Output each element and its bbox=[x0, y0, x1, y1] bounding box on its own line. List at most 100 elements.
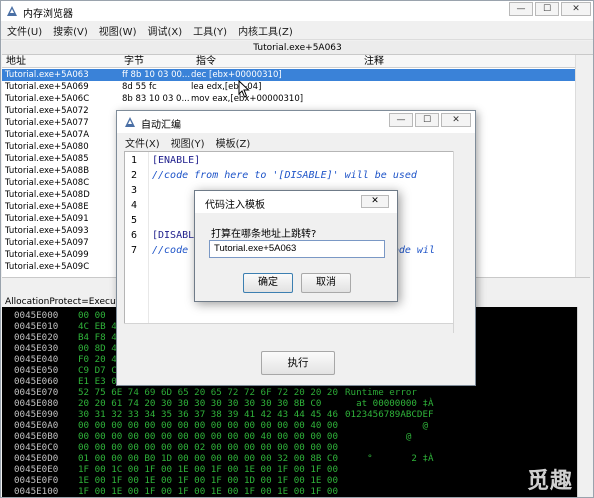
window-controls: — ☐ ✕ bbox=[509, 2, 591, 18]
menu-tools[interactable]: 工具(Y) bbox=[193, 23, 227, 38]
hex-address: 0045E050 bbox=[14, 365, 59, 376]
maximize-button[interactable]: ☐ bbox=[535, 2, 559, 16]
hex-bytes: 1F 00 1C 00 1F 00 1E 00 1F 00 1E 00 1F 0… bbox=[78, 464, 338, 475]
hex-bytes: 20 20 61 74 20 30 30 30 30 30 30 30 30 8… bbox=[78, 398, 322, 409]
row-address: Tutorial.exe+5A080 bbox=[5, 142, 89, 152]
row-address: Tutorial.exe+5A08E bbox=[5, 202, 89, 212]
cancel-button[interactable]: 取消 bbox=[301, 273, 351, 293]
hex-ascii: @ bbox=[345, 431, 412, 442]
hex-address: 0045E030 bbox=[14, 343, 59, 354]
disassembler-header: 地址 字节 指令 注释 bbox=[2, 55, 576, 68]
row-bytes: 8b 83 10 03 0... bbox=[122, 94, 190, 104]
disassembly-row[interactable]: Tutorial.exe+5A06C 8b 83 10 03 0... mov ea… bbox=[2, 93, 576, 105]
editor-vertical-scrollbar[interactable] bbox=[453, 151, 464, 333]
disassembly-row[interactable]: Tutorial.exe+5A063 ff 8b 10 03 00... dec [… bbox=[2, 69, 576, 81]
hex-ascii: 0123456789ABCDEF bbox=[345, 409, 434, 420]
line-number: 5 bbox=[131, 215, 138, 226]
row-address: Tutorial.exe+5A097 bbox=[5, 238, 89, 248]
minimize-button[interactable]: — bbox=[509, 2, 533, 16]
aa-menu-file[interactable]: 文件(X) bbox=[125, 135, 160, 150]
title-bar: 内存浏览器 — ☐ ✕ bbox=[1, 1, 593, 21]
row-bytes: ff 8b 10 03 00... bbox=[122, 70, 191, 80]
row-address: Tutorial.exe+5A093 bbox=[5, 226, 89, 236]
hex-address: 0045E060 bbox=[14, 376, 59, 387]
disassembler-scrollbar[interactable] bbox=[575, 55, 590, 277]
row-address: Tutorial.exe+5A077 bbox=[5, 118, 89, 128]
dialog-close-button[interactable]: ✕ bbox=[361, 195, 389, 208]
hex-ascii: ° 2 ‡À bbox=[345, 453, 434, 464]
aa-title-bar: 自动汇编 — ☐ ✕ bbox=[117, 111, 475, 133]
hex-bytes: 4C EB 4 bbox=[78, 321, 117, 332]
hex-address: 0045E0E0 bbox=[14, 464, 59, 475]
aa-maximize-button[interactable]: ☐ bbox=[415, 113, 439, 127]
execute-button[interactable]: 执行 bbox=[261, 351, 335, 375]
menu-debug[interactable]: 调试(X) bbox=[147, 23, 182, 38]
row-instruction: dec [ebx+00000310] bbox=[191, 70, 282, 80]
hex-bytes: 00 00 00 00 00 00 00 00 00 00 00 00 00 0… bbox=[78, 420, 338, 431]
hex-address: 0045E100 bbox=[14, 486, 59, 497]
aa-window-controls: — ☐ ✕ bbox=[389, 113, 471, 129]
window-title: 内存浏览器 bbox=[23, 9, 73, 20]
watermark-logo: 觅趣网 bbox=[527, 469, 574, 494]
hex-address: 0045E0F0 bbox=[14, 475, 59, 486]
cheat-engine-icon bbox=[7, 6, 17, 16]
current-address: Tutorial.exe+5A063 bbox=[2, 41, 593, 55]
memory-info-line: AllocationProtect=Execute/ bbox=[5, 297, 128, 307]
aa-menu-view[interactable]: 视图(Y) bbox=[171, 135, 205, 150]
hex-bytes: E1 E3 0 bbox=[78, 376, 117, 387]
dialog-title: 代码注入模板 bbox=[205, 200, 265, 211]
aa-minimize-button[interactable]: — bbox=[389, 113, 413, 127]
hex-bytes: C9 D7 C bbox=[78, 365, 117, 376]
aa-window-title: 自动汇编 bbox=[141, 120, 181, 131]
column-bytes[interactable]: 字节 bbox=[124, 55, 144, 68]
row-address: Tutorial.exe+5A085 bbox=[5, 154, 89, 164]
hex-address: 0045E040 bbox=[14, 354, 59, 365]
row-instruction: lea edx,[ebp-04] bbox=[191, 82, 262, 92]
column-address[interactable]: 地址 bbox=[6, 55, 26, 68]
close-button[interactable]: ✕ bbox=[561, 2, 591, 16]
menu-kernel-tools[interactable]: 内核工具(Z) bbox=[238, 23, 293, 38]
disassembly-row[interactable]: Tutorial.exe+5A069 8d 55 fc lea edx,[ebp-0… bbox=[2, 81, 576, 93]
code-text: //code from here to '[DISABLE]' will be … bbox=[152, 170, 417, 181]
hex-bytes: 00 8D 4 bbox=[78, 343, 117, 354]
hex-bytes: 00 00 bbox=[78, 310, 106, 321]
hex-address: 0045E0D0 bbox=[14, 453, 59, 464]
row-address: Tutorial.exe+5A08C bbox=[5, 178, 90, 188]
dialog-prompt: 打算在哪条地址上跳转? bbox=[211, 229, 317, 240]
menu-file[interactable]: 文件(U) bbox=[7, 23, 42, 38]
aa-menu-bar: 文件(X) 视图(Y) 模板(Z) bbox=[117, 133, 475, 151]
row-address: Tutorial.exe+5A09C bbox=[5, 262, 90, 272]
hex-bytes: 30 31 32 33 34 35 36 37 38 39 41 42 43 4… bbox=[78, 409, 338, 420]
row-address: Tutorial.exe+5A063 bbox=[5, 70, 89, 80]
line-number: 1 bbox=[131, 155, 138, 166]
hex-bytes: 00 00 00 00 00 00 00 02 00 00 00 00 00 0… bbox=[78, 442, 338, 453]
hex-address: 0045E0A0 bbox=[14, 420, 59, 431]
hex-bytes: 00 00 00 00 00 00 00 00 00 00 00 40 00 0… bbox=[78, 431, 338, 442]
row-address: Tutorial.exe+5A069 bbox=[5, 82, 89, 92]
hex-address: 0045E0B0 bbox=[14, 431, 59, 442]
dialog-title-bar: 代码注入模板 ✕ bbox=[195, 191, 397, 213]
hex-address: 0045E0C0 bbox=[14, 442, 59, 453]
row-address: Tutorial.exe+5A08D bbox=[5, 190, 90, 200]
column-instruction[interactable]: 指令 bbox=[196, 55, 216, 68]
code-injection-dialog: 代码注入模板 ✕ 打算在哪条地址上跳转? Tutorial.exe+5A063 … bbox=[194, 190, 398, 302]
editor-horizontal-scrollbar[interactable] bbox=[124, 323, 453, 334]
jump-address-input[interactable]: Tutorial.exe+5A063 bbox=[209, 240, 385, 258]
hex-bytes: F0 20 4 bbox=[78, 354, 117, 365]
hex-bytes: 1E 00 1F 00 1E 00 1F 00 1F 00 1D 00 1F 0… bbox=[78, 475, 338, 486]
row-address: Tutorial.exe+5A072 bbox=[5, 106, 89, 116]
menu-view[interactable]: 视图(W) bbox=[99, 23, 137, 38]
aa-menu-template[interactable]: 模板(Z) bbox=[216, 135, 251, 150]
row-bytes: 8d 55 fc bbox=[122, 82, 157, 92]
line-number: 4 bbox=[131, 200, 138, 211]
aa-close-button[interactable]: ✕ bbox=[441, 113, 471, 127]
hex-ascii: @ bbox=[345, 420, 428, 431]
hex-bytes: 01 00 00 00 B0 1D 00 00 00 00 00 00 32 0… bbox=[78, 453, 338, 464]
hex-bytes: 52 75 6E 74 69 6D 65 20 65 72 72 6F 72 2… bbox=[78, 387, 338, 398]
column-comment[interactable]: 注释 bbox=[364, 55, 384, 68]
ok-button[interactable]: 确定 bbox=[243, 273, 293, 293]
hex-bytes: B4 F8 4 bbox=[78, 332, 117, 343]
menu-search[interactable]: 搜索(V) bbox=[53, 23, 88, 38]
hex-address: 0045E010 bbox=[14, 321, 59, 332]
row-address: Tutorial.exe+5A08B bbox=[5, 166, 90, 176]
